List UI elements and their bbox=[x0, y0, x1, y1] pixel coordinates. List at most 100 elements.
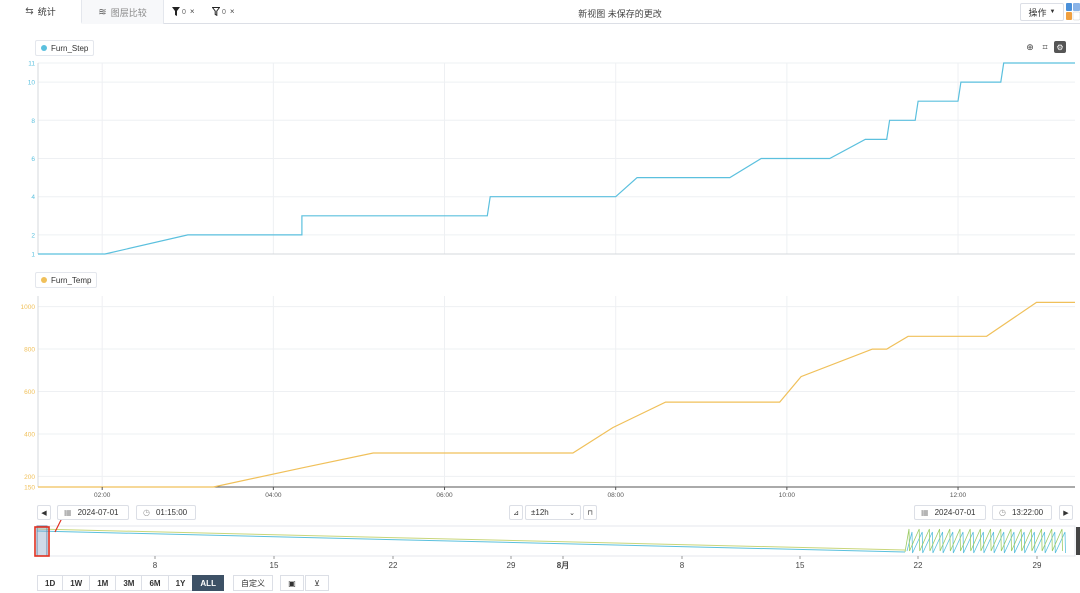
range-prev-button[interactable]: ◀ bbox=[37, 505, 51, 520]
navigator-selection-window bbox=[36, 525, 48, 557]
range-button-1y[interactable]: 1Y bbox=[167, 575, 193, 591]
navigator-tick-label: 22 bbox=[914, 561, 923, 570]
y-tick-label: 6 bbox=[31, 156, 35, 163]
legend-furn-step[interactable]: Furn_Step bbox=[35, 40, 95, 56]
custom-range-label: 自定义 bbox=[241, 578, 265, 588]
range-button-all[interactable]: ALL bbox=[192, 575, 224, 591]
end-time-value: 13:22:00 bbox=[1011, 508, 1044, 517]
navigator-tick-label: 29 bbox=[1033, 561, 1042, 570]
range-button-3m[interactable]: 3M bbox=[115, 575, 142, 591]
clock-icon: ◷ bbox=[999, 508, 1006, 517]
navigator-tick-label: 8 bbox=[680, 561, 685, 570]
caret-left-icon: ◀ bbox=[41, 509, 47, 517]
y-tick-label: 800 bbox=[24, 347, 35, 354]
navigator-scroll-handle bbox=[1076, 527, 1080, 555]
legend-label: Furn_Step bbox=[51, 43, 89, 53]
start-time-value: 01:15:00 bbox=[155, 508, 188, 517]
navigator-tick-label: 29 bbox=[507, 561, 516, 570]
crop-icon[interactable]: ⌗ bbox=[1039, 41, 1051, 53]
x-tick-label: 04:00 bbox=[265, 492, 282, 499]
operations-dropdown[interactable]: 操作 ▼ bbox=[1020, 3, 1064, 21]
chart-mode-button[interactable]: ⊿ bbox=[509, 505, 523, 520]
start-date-input[interactable]: ▦ 2024-07-01 bbox=[57, 505, 129, 520]
download-button[interactable]: ⊻ bbox=[305, 575, 329, 591]
y-tick-label: 2 bbox=[31, 232, 35, 239]
x-tick-label: 10:00 bbox=[779, 492, 796, 499]
image-icon: ▣ bbox=[288, 578, 296, 588]
start-time-input[interactable]: ◷ 01:15:00 bbox=[136, 505, 196, 520]
view-title: 新视图 未保存的更改 bbox=[578, 9, 662, 19]
legend-dot bbox=[41, 277, 47, 283]
range-button-1w[interactable]: 1W bbox=[62, 575, 90, 591]
app-logo-icon bbox=[1066, 3, 1080, 21]
y-tick-label: 11 bbox=[28, 61, 35, 68]
legend-furn-temp[interactable]: Furn_Temp bbox=[35, 272, 98, 288]
filter-filled-icon bbox=[172, 6, 180, 16]
y-tick-label: 1000 bbox=[21, 304, 36, 311]
range-button-group: 1D 1W 1M 3M 6M 1Y ALL bbox=[37, 575, 224, 591]
filter-chip-1[interactable]: 0 × bbox=[172, 6, 195, 16]
y-tick-label: 8 bbox=[31, 118, 35, 125]
x-tick-label: 08:00 bbox=[608, 492, 625, 499]
y-tick-label: 600 bbox=[24, 389, 35, 396]
navigator-tick-label: 15 bbox=[796, 561, 805, 570]
tab-layer-compare[interactable]: ≋ 图层比较 bbox=[82, 0, 164, 24]
tab-layer-compare-label: 图层比较 bbox=[110, 7, 147, 18]
x-tick-label: 12:00 bbox=[950, 492, 967, 499]
series-line-furn-temp bbox=[38, 301, 1075, 488]
custom-range-button[interactable]: 自定义 bbox=[233, 575, 273, 591]
download-icon: ⊻ bbox=[314, 578, 320, 588]
lock-button[interactable]: ⊓ bbox=[583, 505, 597, 520]
y-tick-label: 1 bbox=[31, 252, 35, 259]
navigator-tick-label: 8 bbox=[153, 561, 158, 570]
y-tick-label: 150 bbox=[24, 485, 35, 492]
legend-dot bbox=[41, 45, 47, 51]
navigator-tick-label: 8月 bbox=[557, 561, 569, 570]
range-next-button[interactable]: ▶ bbox=[1059, 505, 1073, 520]
chart-toolbar: ⊕ ⌗ ⚙ bbox=[1024, 41, 1066, 53]
navigator-tick-label: 15 bbox=[270, 561, 279, 570]
timeline-navigator[interactable]: 8 15 22 29 8月 8 15 22 29 bbox=[0, 520, 1080, 575]
gear-icon[interactable]: ⚙ bbox=[1054, 41, 1066, 53]
window-value: ±12h bbox=[531, 508, 549, 517]
swap-icon: ⇆ bbox=[25, 5, 34, 17]
end-date-value: 2024-07-01 bbox=[934, 508, 976, 517]
tab-statistics-label: 统计 bbox=[37, 6, 56, 17]
filter-outline-icon bbox=[212, 6, 220, 16]
layers-icon: ≋ bbox=[98, 6, 107, 18]
x-tick-label: 06:00 bbox=[436, 492, 453, 499]
range-button-1m[interactable]: 1M bbox=[89, 575, 116, 591]
furn-temp-chart: 150 200 400 600 800 1000 02:00 04:00 06:00 08:00 1… bbox=[21, 296, 1075, 499]
y-tick-label: 400 bbox=[24, 431, 35, 438]
end-time-input[interactable]: ◷ 13:22:00 bbox=[992, 505, 1052, 520]
navigator-tick-label: 22 bbox=[389, 561, 398, 570]
end-date-input[interactable]: ▦ 2024-07-01 bbox=[914, 505, 986, 520]
close-icon[interactable]: × bbox=[230, 7, 235, 16]
y-tick-label: 4 bbox=[31, 194, 35, 201]
filter-count: 0 bbox=[222, 9, 226, 16]
calendar-icon: ▦ bbox=[64, 508, 72, 517]
lock-icon: ⊓ bbox=[587, 509, 593, 517]
zoom-icon[interactable]: ⊕ bbox=[1024, 41, 1036, 53]
furn-step-chart: 1 2 4 6 8 10 11 bbox=[28, 61, 1075, 259]
line-chart-icon: ⊿ bbox=[513, 509, 519, 517]
tab-statistics[interactable]: ⇆ 统计 bbox=[0, 0, 82, 24]
close-icon[interactable]: × bbox=[190, 7, 195, 16]
export-image-button[interactable]: ▣ bbox=[280, 575, 304, 591]
y-tick-label: 200 bbox=[24, 474, 35, 481]
legend-label: Furn_Temp bbox=[51, 275, 92, 285]
filter-count: 0 bbox=[182, 9, 186, 16]
caret-right-icon: ▶ bbox=[1063, 509, 1069, 517]
range-button-6m[interactable]: 6M bbox=[141, 575, 168, 591]
start-date-value: 2024-07-01 bbox=[77, 508, 119, 517]
clock-icon: ◷ bbox=[143, 508, 150, 517]
y-tick-label: 10 bbox=[28, 80, 36, 87]
x-tick-label: 02:00 bbox=[94, 492, 111, 499]
range-button-1d[interactable]: 1D bbox=[37, 575, 63, 591]
window-select[interactable]: ±12h ⌄ bbox=[525, 505, 581, 520]
filter-chip-2[interactable]: 0 × bbox=[212, 6, 235, 16]
top-tab-bar: ⇆ 统计 ≋ 图层比较 0 × 0 × 新视图 未保存的更改 操作 ▼ bbox=[0, 0, 1080, 24]
caret-down-icon: ▼ bbox=[1049, 9, 1056, 15]
calendar-icon: ▦ bbox=[921, 508, 929, 517]
chevron-down-icon: ⌄ bbox=[569, 509, 575, 517]
